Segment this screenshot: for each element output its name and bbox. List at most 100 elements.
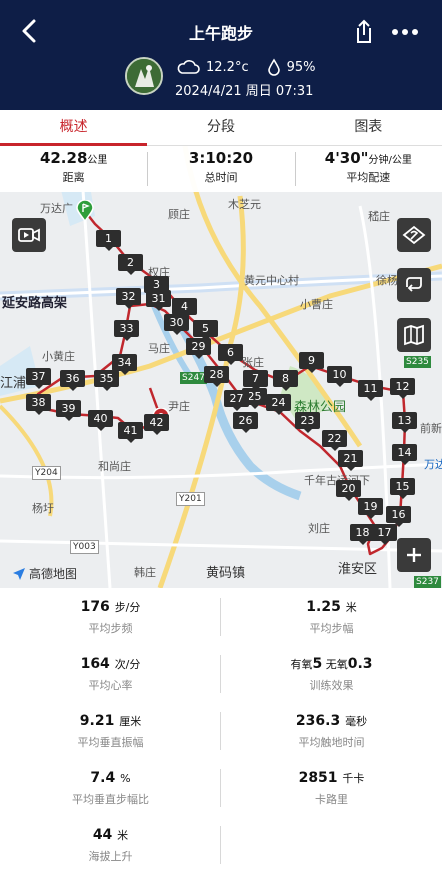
stats-row: 164 次/分 平均心率 有氧5 无氧0.3 训练效果 xyxy=(0,645,442,702)
stats-row: 9.21 厘米 平均垂直振幅 236.3 毫秒 平均触地时间 xyxy=(0,702,442,759)
km-marker: 15 xyxy=(390,478,415,499)
cloud-icon xyxy=(177,60,200,74)
km-marker: 6 xyxy=(218,344,243,365)
stat-label: 训练效果 xyxy=(309,679,354,692)
humidity: 95% xyxy=(286,59,316,75)
km-marker: 36 xyxy=(60,370,85,391)
video-replay-button[interactable] xyxy=(12,218,46,252)
map-provider-name: 高德地图 xyxy=(29,567,78,581)
stat-value: 9.21 xyxy=(79,713,115,729)
km-marker: 7 xyxy=(243,370,268,391)
place-label: 刘庄 xyxy=(308,522,330,535)
stat-label: 平均触地时间 xyxy=(298,736,365,749)
distance-value: 42.28 xyxy=(39,149,88,167)
tab-overview[interactable]: 概述 xyxy=(0,110,148,146)
stat-training-effect: 有氧5 无氧0.3 训练效果 xyxy=(221,645,442,702)
place-label: 嵇庄 xyxy=(368,210,390,223)
stat-calories: 2851 千卡 卡路里 xyxy=(221,759,442,816)
km-marker: 35 xyxy=(94,370,119,391)
place-label: 杨圩 xyxy=(32,502,54,515)
stat-value: 164 xyxy=(80,656,110,672)
avatar[interactable] xyxy=(125,57,163,95)
stat-value: 7.4 xyxy=(90,770,116,786)
km-marker: 29 xyxy=(186,338,211,359)
stat-stride: 1.25 米 平均步幅 xyxy=(221,588,442,645)
place-label: 韩庄 xyxy=(134,566,156,579)
place-label: 江浦 xyxy=(0,376,27,391)
km-marker: 42 xyxy=(144,414,169,435)
summary-avg-pace: 4'30"分钟/公里 平均配速 xyxy=(294,146,442,192)
place-label: 延安路高架 xyxy=(2,296,68,311)
more-options-icon[interactable] xyxy=(388,20,422,44)
km-marker: 23 xyxy=(295,412,320,433)
avatar-image-icon xyxy=(127,59,161,93)
map-style-button[interactable] xyxy=(397,218,431,252)
weather-row: 12.2°c 95% xyxy=(176,56,316,78)
stat-unit: 米 xyxy=(345,601,357,614)
distance-label: 距离 xyxy=(62,171,85,184)
share-icon[interactable] xyxy=(350,18,376,46)
place-label: 前新 xyxy=(420,422,442,435)
km-marker: 4 xyxy=(172,298,197,319)
km-marker: 10 xyxy=(327,366,352,387)
start-pin-icon xyxy=(76,200,94,222)
stat-label: 平均步幅 xyxy=(309,622,354,635)
stat-heart-rate: 164 次/分 平均心率 xyxy=(0,645,221,702)
km-marker: 1 xyxy=(96,230,121,251)
km-marker: 16 xyxy=(386,506,411,527)
tab-laps[interactable]: 分段 xyxy=(147,110,294,145)
km-marker: 21 xyxy=(338,450,363,471)
stat-elevation-gain: 44 米 海拔上升 xyxy=(0,816,221,873)
avg-pace-label: 平均配速 xyxy=(346,171,391,184)
aerobic-value: 5 xyxy=(312,656,323,672)
video-icon xyxy=(18,228,40,242)
stat-unit: 千卡 xyxy=(342,772,365,785)
stat-label: 海拔上升 xyxy=(88,850,133,863)
km-marker: 19 xyxy=(358,498,383,519)
km-marker: 30 xyxy=(164,314,189,335)
app-root: 上午跑步 12.2°c 95% 2024/4/21 周日 07:31 概述 分段… xyxy=(0,0,442,882)
map-view-button[interactable] xyxy=(397,318,431,352)
map-icon xyxy=(404,324,424,346)
place-label: 万达 xyxy=(424,458,442,471)
stat-label: 平均垂直振幅 xyxy=(77,736,144,749)
stat-value: 44 xyxy=(92,827,113,843)
summary-bar: 42.28公里 距离 3:10:20 总时间 4'30"分钟/公里 平均配速 xyxy=(0,146,442,192)
place-label: 徐杨 xyxy=(376,274,398,287)
route-toggle-button[interactable] xyxy=(397,268,431,302)
km-marker: 39 xyxy=(56,400,81,421)
anaerobic-label: 无氧 xyxy=(322,658,348,671)
km-marker: 38 xyxy=(26,394,51,415)
tab-bar: 概述 分段 图表 xyxy=(0,110,442,146)
zoom-in-button[interactable] xyxy=(397,538,431,572)
header: 上午跑步 12.2°c 95% 2024/4/21 周日 07:31 xyxy=(0,0,442,110)
stat-value: 1.25 xyxy=(306,599,341,615)
stat-value: 236.3 xyxy=(295,713,341,729)
km-marker: 26 xyxy=(233,412,258,433)
km-marker: 24 xyxy=(266,394,291,415)
km-marker: 9 xyxy=(299,352,324,373)
stat-value: 176 xyxy=(80,599,110,615)
stats-row: 7.4 % 平均垂直步幅比 2851 千卡 卡路里 xyxy=(0,759,442,816)
divider xyxy=(220,826,221,864)
place-label: 马庄 xyxy=(148,342,170,355)
tab-charts[interactable]: 图表 xyxy=(295,110,442,145)
stat-unit: % xyxy=(120,772,131,785)
stat-unit: 米 xyxy=(117,829,129,842)
place-label: 淮安区 xyxy=(338,562,378,577)
stat-value: 2851 xyxy=(298,770,338,786)
route-map[interactable]: 万达广 顾庄 木芝元 嵇庄 黄元中心村 徐杨 小曹庄 权庄 延安路高架 马庄 张… xyxy=(0,146,442,588)
summary-total-time: 3:10:20 总时间 xyxy=(147,146,294,192)
km-marker: 32 xyxy=(116,288,141,309)
km-marker: 34 xyxy=(112,354,137,375)
distance-unit: 公里 xyxy=(87,155,108,166)
total-time-value: 3:10:20 xyxy=(188,149,254,167)
km-marker: 22 xyxy=(322,430,347,451)
route-loop-icon xyxy=(406,277,422,292)
km-marker: 41 xyxy=(118,422,143,443)
km-marker: 37 xyxy=(26,368,51,389)
stat-label: 平均心率 xyxy=(88,679,133,692)
road-badge: S235 xyxy=(404,356,431,368)
km-marker: 33 xyxy=(114,320,139,341)
stat-ground-contact-time: 236.3 毫秒 平均触地时间 xyxy=(221,702,442,759)
